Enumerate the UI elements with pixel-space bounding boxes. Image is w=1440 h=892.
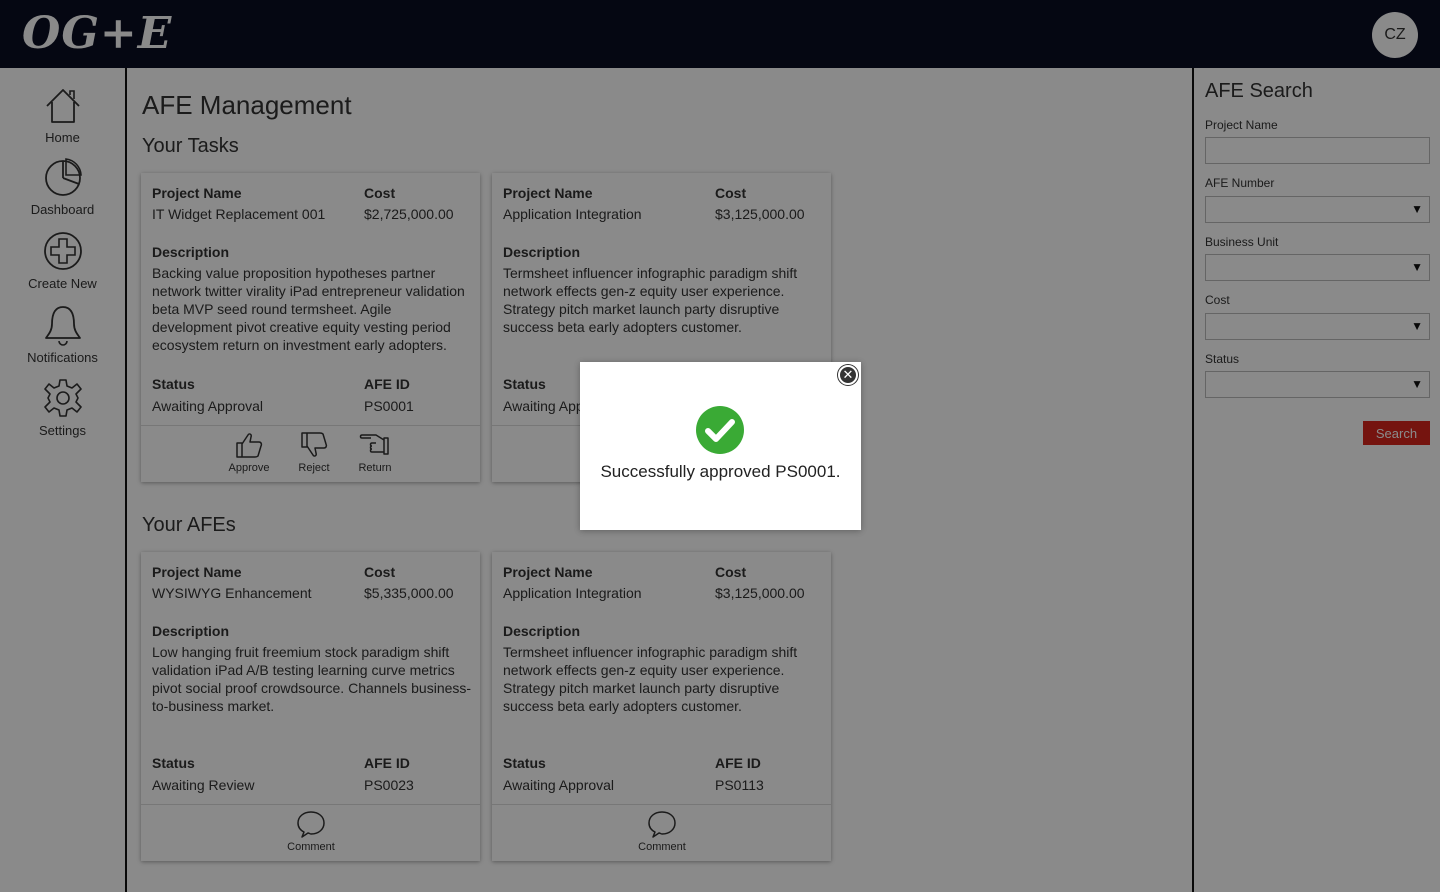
success-message: Successfully approved PS0001.: [600, 462, 841, 481]
close-icon[interactable]: ✕: [838, 365, 858, 385]
success-modal: ✕ Successfully approved PS0001.: [580, 362, 861, 530]
checkmark-circle-icon: [696, 406, 744, 454]
